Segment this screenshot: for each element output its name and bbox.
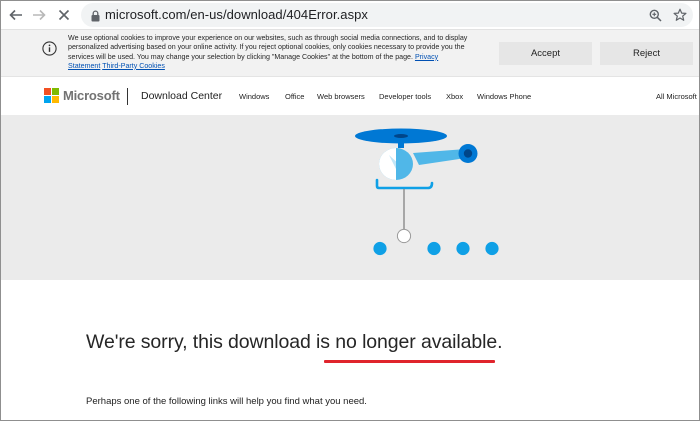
- nav-web-browsers[interactable]: Web browsers: [317, 92, 365, 101]
- nav-developer-tools[interactable]: Developer tools: [379, 92, 431, 101]
- microsoft-wordmark[interactable]: Microsoft: [63, 88, 120, 103]
- hero-banner: [1, 115, 699, 280]
- error-headline: We're sorry, this download is no longer …: [86, 331, 503, 353]
- rotor-mast: [398, 142, 404, 148]
- highlight-underline: [324, 360, 495, 363]
- rotor-hub: [394, 134, 408, 138]
- help-text: Perhaps one of the following links will …: [86, 396, 367, 407]
- helicopter-illustration: [355, 128, 499, 256]
- close-icon: [58, 9, 70, 21]
- header-divider: [127, 88, 128, 105]
- browser-window: microsoft.com/en-us/download/404Error.as…: [0, 0, 700, 421]
- landing-skid: [375, 178, 434, 190]
- site-name[interactable]: Download Center: [141, 90, 222, 102]
- accept-button[interactable]: Accept: [499, 42, 592, 65]
- nav-xbox[interactable]: Xbox: [446, 92, 463, 101]
- forward-button[interactable]: [29, 5, 49, 25]
- nav-all-microsoft[interactable]: All Microsoft: [656, 92, 697, 101]
- loading-dot: [456, 241, 470, 256]
- zoom-icon[interactable]: [646, 6, 664, 24]
- reject-button[interactable]: Reject: [600, 42, 693, 65]
- nav-windows[interactable]: Windows: [239, 92, 269, 101]
- helicopter-tail: [413, 149, 466, 165]
- nav-windows-phone[interactable]: Windows Phone: [477, 92, 531, 101]
- loading-dot: [427, 241, 441, 256]
- back-arrow-icon: [9, 9, 22, 21]
- third-party-cookies-link[interactable]: Third-Party Cookies: [102, 62, 165, 70]
- url-text[interactable]: microsoft.com/en-us/download/404Error.as…: [105, 7, 368, 22]
- cookie-message: We use optional cookies to improve your …: [68, 34, 468, 71]
- hanging-dot: [396, 228, 412, 244]
- back-button[interactable]: [6, 5, 26, 25]
- forward-arrow-icon: [33, 9, 46, 21]
- browser-toolbar: microsoft.com/en-us/download/404Error.as…: [1, 1, 699, 30]
- cookie-banner: We use optional cookies to improve your …: [1, 30, 699, 77]
- cookie-message-text: We use optional cookies to improve your …: [68, 34, 468, 61]
- info-icon: [42, 41, 57, 56]
- loading-dot: [373, 241, 387, 256]
- lock-icon[interactable]: [91, 9, 100, 27]
- helicopter-window: [379, 148, 396, 180]
- reload-stop-button[interactable]: [54, 5, 74, 25]
- nav-office[interactable]: Office: [285, 92, 304, 101]
- loading-dot: [485, 241, 499, 256]
- microsoft-logo-icon[interactable]: [44, 88, 59, 103]
- tail-rotor-hub: [463, 149, 473, 158]
- bookmark-star-icon[interactable]: [671, 6, 689, 24]
